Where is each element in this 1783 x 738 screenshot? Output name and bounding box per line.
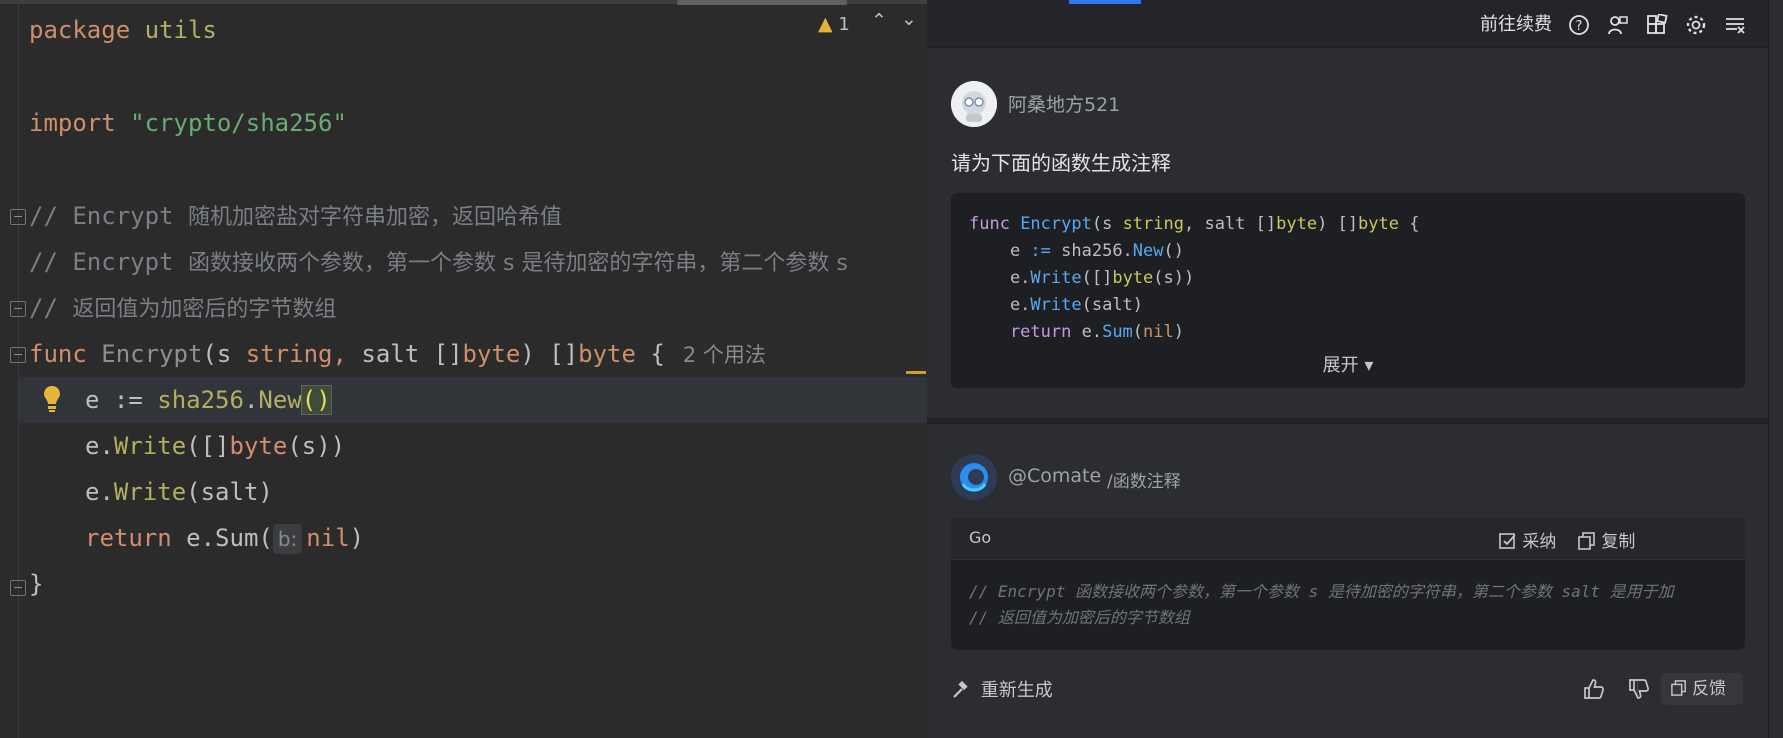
user-code-line-3: e.Write([]byte(s)): [969, 268, 1195, 288]
fold-end-comment-icon[interactable]: [10, 301, 26, 317]
inspection-count: 1: [838, 14, 850, 35]
adopt-check-icon: [1499, 533, 1516, 549]
assistant-panel: 前往续费 ? 阿桑地方521 请为下面的函数生成注释 func Encrypt(…: [927, 0, 1783, 738]
intention-bulb-icon[interactable]: [42, 384, 62, 414]
right-tool-strip[interactable]: [1768, 0, 1783, 738]
expand-button[interactable]: 展开 ▾: [951, 351, 1745, 377]
bot-name: @Comate: [1008, 465, 1102, 487]
usages-hint[interactable]: 2 个用法: [683, 343, 766, 367]
settings-gear-icon[interactable]: [1685, 14, 1707, 36]
feedback-icon: [1671, 680, 1686, 696]
code-line-6: // Encrypt 函数接收两个参数，第一个参数 s 是待加密的字符串，第二个…: [29, 248, 848, 276]
fold-end-function-icon[interactable]: [10, 580, 26, 596]
chat-history-icon[interactable]: [1607, 14, 1629, 36]
copy-label: 复制: [1601, 532, 1636, 552]
previous-highlight-icon[interactable]: ⌃: [871, 10, 887, 32]
regenerate-label: 重新生成: [980, 680, 1053, 701]
next-highlight-icon[interactable]: ⌄: [901, 8, 917, 30]
user-avatar: [951, 81, 997, 127]
user-code-line-4: e.Write(salt): [969, 295, 1144, 315]
copy-icon: [1578, 532, 1595, 550]
warning-stripe-marker[interactable]: [906, 371, 926, 374]
code-line-10: e.Write([]byte(s)): [85, 432, 346, 460]
message-divider: [927, 418, 1783, 424]
adopt-button[interactable]: 采纳: [1499, 527, 1556, 552]
answer-line-2: // 返回值为加密后的字节数组: [969, 608, 1190, 627]
code-line-3: import "crypto/sha256": [29, 109, 347, 137]
code-line-12: return e.Sum(b: nil): [85, 524, 365, 554]
hammer-icon: [953, 680, 968, 698]
answer-code-header: Go 采纳 复制: [951, 518, 1745, 560]
user-prompt: 请为下面的函数生成注释: [951, 151, 1171, 175]
code-line-13: }: [29, 570, 44, 598]
feedback-label: 反馈: [1692, 679, 1726, 699]
adopt-label: 采纳: [1522, 532, 1557, 552]
active-tab-indicator: [1069, 0, 1141, 4]
user-code-line-5: return e.Sum(nil): [969, 322, 1185, 342]
code-language: Go: [969, 528, 992, 547]
code-line-7: // 返回值为加密后的字节数组: [29, 294, 337, 322]
thumbs-up-icon[interactable]: [1582, 677, 1606, 701]
inspection-widget[interactable]: ▲ 1: [818, 13, 850, 35]
code-line-9: e := sha256.New(): [85, 385, 332, 415]
code-line-11: e.Write(salt): [85, 478, 273, 506]
plugins-icon[interactable]: [1646, 14, 1668, 36]
code-line-8: func Encrypt(s string, salt []byte) []by…: [29, 340, 766, 368]
answer-line-1: // Encrypt 函数接收两个参数，第一个参数 s 是待加密的字符串，第二个…: [969, 582, 1674, 601]
help-icon[interactable]: ?: [1568, 14, 1590, 36]
parameter-hint: b:: [272, 524, 303, 554]
answer-code-block: Go 采纳 复制 // Encrypt 函数接收两个参数，第一个参数 s 是待加…: [951, 518, 1745, 650]
fold-function-icon[interactable]: [10, 347, 26, 363]
feedback-button[interactable]: 反馈: [1661, 673, 1743, 705]
copy-button[interactable]: 复制: [1578, 527, 1635, 552]
renew-link[interactable]: 前往续费: [1480, 12, 1552, 38]
thumbs-down-icon[interactable]: [1627, 677, 1651, 701]
warning-icon: ▲: [818, 13, 833, 35]
regenerate-button[interactable]: 重新生成: [951, 676, 1053, 702]
panel-toolbar: 前往续费 ?: [927, 0, 1783, 48]
code-line-1: package utils: [29, 16, 217, 44]
bot-command: /函数注释: [1107, 472, 1181, 492]
user-code-block: func Encrypt(s string, salt []byte) []by…: [951, 193, 1745, 388]
user-code-line-2: e := sha256.New(): [969, 241, 1184, 261]
fold-comment-icon[interactable]: [10, 209, 26, 225]
comate-avatar: [951, 454, 997, 500]
gutter-divider: [18, 0, 19, 738]
user-code-line-1: func Encrypt(s string, salt []byte) []by…: [969, 214, 1420, 234]
code-editor[interactable]: ▲ 1 ⌃ ⌄ package utils import "crypto/sha…: [0, 0, 927, 738]
user-name: 阿桑地方521: [1008, 94, 1121, 116]
horizontal-scrollbar[interactable]: [677, 0, 847, 5]
code-line-5: // Encrypt 随机加密盐对字符串加密，返回哈希值: [29, 202, 562, 230]
menu-list-icon[interactable]: [1724, 14, 1746, 36]
svg-text:?: ?: [1576, 19, 1583, 34]
